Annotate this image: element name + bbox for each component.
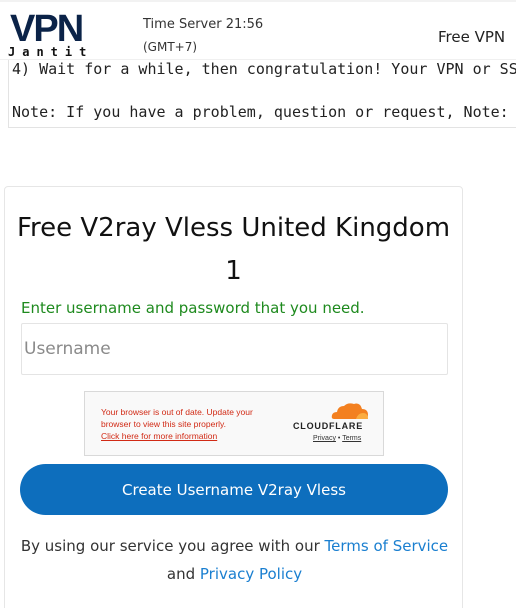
logo-main-text: VPN xyxy=(10,8,84,50)
logo-sub-text: Jantit xyxy=(8,45,94,59)
captcha-error-message: Your browser is out of date. Update your… xyxy=(101,406,271,442)
header-top-strip xyxy=(0,0,516,2)
cloudflare-wordmark: CLOUDFLARE xyxy=(293,421,363,431)
note-line: Note: If you have a problem, question or… xyxy=(12,103,516,121)
cloudflare-captcha-widget[interactable]: Your browser is out of date. Update your… xyxy=(84,391,384,456)
form-instruction: Enter username and password that you nee… xyxy=(21,299,365,317)
terms-agreement: By using our service you agree with our … xyxy=(19,532,450,588)
username-input[interactable] xyxy=(21,323,448,375)
captcha-outdated-text: Your browser is out of date. Update your… xyxy=(101,407,253,429)
agree-and: and xyxy=(166,565,196,583)
cloudflare-privacy-link[interactable]: Privacy xyxy=(313,435,336,442)
cloudflare-cloud-icon xyxy=(331,403,368,419)
captcha-more-info-link[interactable]: Click here for more information xyxy=(101,430,271,442)
cloudflare-link-separator: • xyxy=(337,435,341,442)
cloudflare-terms-link[interactable]: Terms xyxy=(342,435,361,442)
privacy-policy-link[interactable]: Privacy Policy xyxy=(200,565,302,583)
card-title: Free V2ray Vless United Kingdom 1 xyxy=(16,213,451,286)
timezone-label: (GMT+7) xyxy=(143,40,198,54)
time-server-label: Time Server 21:56 xyxy=(143,17,264,32)
site-logo[interactable]: VPN Jantit xyxy=(8,10,100,60)
site-header: VPN Jantit Time Server 21:56 (GMT+7) Fre… xyxy=(0,0,516,60)
agree-prefix: By using our service you agree with our xyxy=(20,537,320,555)
create-username-button[interactable]: Create Username V2ray Vless xyxy=(20,464,448,515)
cloudflare-logo: CLOUDFLARE Privacy • Terms xyxy=(293,402,369,442)
instruction-step-4: 4) Wait for a while, then congratulation… xyxy=(12,60,516,78)
nav-free-vpn[interactable]: Free VPN xyxy=(438,28,505,46)
create-account-card: Free V2ray Vless United Kingdom 1 Enter … xyxy=(4,186,463,608)
terms-of-service-link[interactable]: Terms of Service xyxy=(325,537,449,555)
cloudflare-links: Privacy • Terms xyxy=(313,435,361,442)
